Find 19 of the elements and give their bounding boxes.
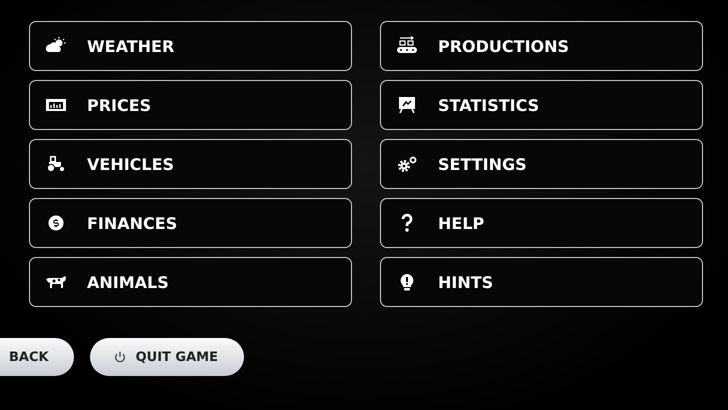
conveyor-icon xyxy=(396,37,418,55)
menu-button[interactable]: ANIMALS xyxy=(29,257,352,307)
menu-button[interactable]: PRODUCTIONS xyxy=(380,21,703,71)
presentation-board-icon xyxy=(396,96,418,114)
cow-icon xyxy=(45,273,67,291)
tractor-icon xyxy=(45,155,67,173)
menu-button[interactable]: WEATHER xyxy=(29,21,352,71)
quit-button[interactable]: QUIT GAME xyxy=(90,338,244,376)
gears-icon xyxy=(396,155,418,173)
menu-button[interactable]: VEHICLES xyxy=(29,139,352,189)
sun-cloud-icon xyxy=(45,37,67,55)
menu-button[interactable]: SETTINGS xyxy=(380,139,703,189)
menu-button[interactable]: PRICES xyxy=(29,80,352,130)
bar-chart-icon xyxy=(45,96,67,114)
menu-button[interactable]: STATISTICS xyxy=(380,80,703,130)
menu-button[interactable]: HINTS xyxy=(380,257,703,307)
back-button[interactable]: BACK xyxy=(0,338,74,376)
menu-button[interactable]: FINANCES xyxy=(29,198,352,248)
menu-button[interactable]: HELP xyxy=(380,198,703,248)
